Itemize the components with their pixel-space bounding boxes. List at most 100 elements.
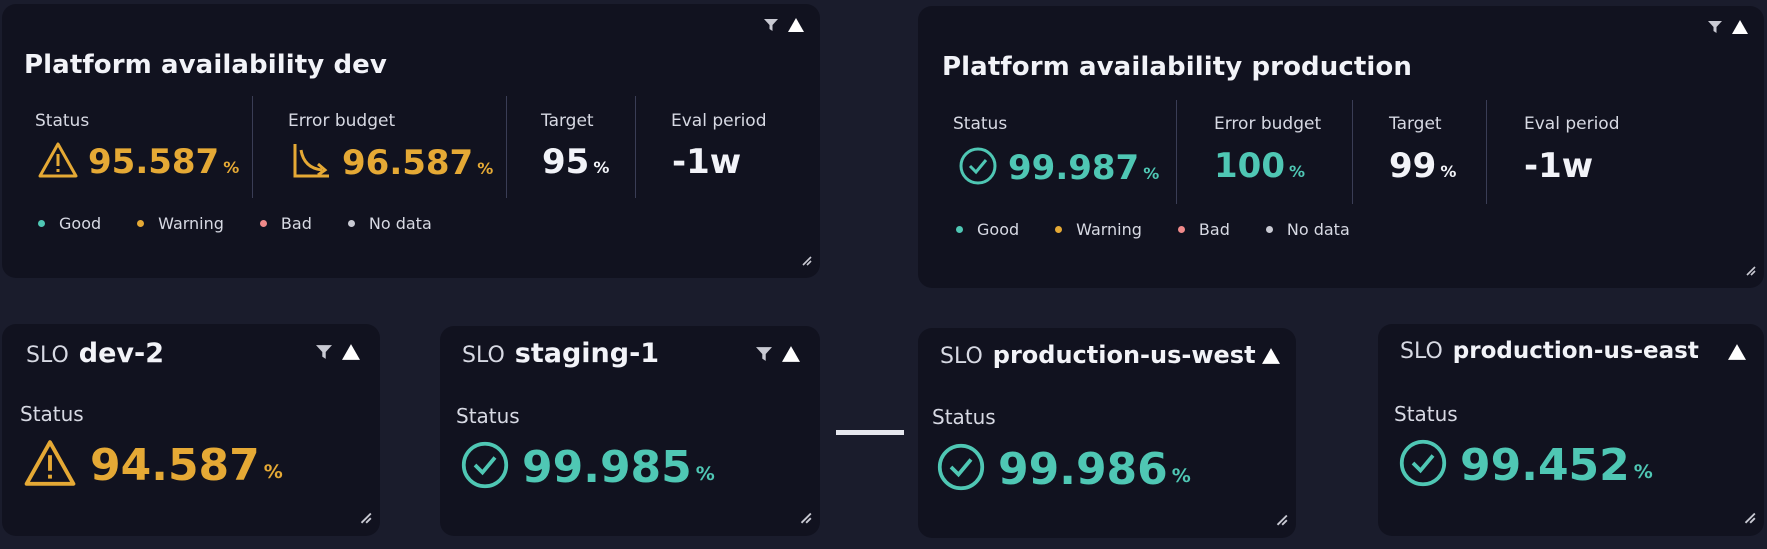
status-value: 99.987 %	[958, 146, 1159, 190]
legend-dot	[259, 220, 267, 227]
legend-label: No data	[1286, 220, 1350, 239]
slo-tile-production-us-east: SLO production-us-east Status 99.452 %	[1378, 324, 1764, 536]
collapse-icon[interactable]	[1728, 344, 1746, 360]
check-circle-icon	[958, 146, 998, 190]
divider-line	[836, 430, 904, 435]
tile-controls	[764, 18, 804, 32]
status-number: 99.452	[1460, 439, 1630, 491]
slo-tile-dev-2: SLO dev-2 Status 94.587 %	[2, 324, 380, 536]
tile-title: Platform availability dev	[24, 50, 387, 80]
eval-period-value: -1w	[672, 142, 741, 182]
filter-icon[interactable]	[764, 19, 778, 31]
legend-dot	[956, 226, 963, 233]
error-budget-number: 100	[1214, 146, 1285, 186]
status-unit: %	[1143, 163, 1160, 183]
target-value: 95 %	[542, 142, 609, 182]
collapse-icon[interactable]	[1262, 348, 1280, 364]
slo-header: SLO staging-1	[462, 338, 659, 369]
slo-tile-production-us-west: SLO production-us-west Status 99.986 %	[918, 328, 1296, 538]
legend-item-no-data: No data	[1265, 220, 1350, 239]
legend-item-good: Good	[956, 220, 1019, 239]
error-budget-unit: %	[477, 158, 494, 178]
status-unit: %	[263, 461, 283, 483]
legend: Good Warning Bad No data	[38, 214, 468, 233]
target-number: 99	[1389, 146, 1437, 186]
filter-icon[interactable]	[316, 345, 332, 359]
target-label: Target	[541, 111, 594, 131]
tile-controls	[1262, 348, 1280, 364]
collapse-icon[interactable]	[788, 18, 804, 32]
error-budget-label: Error budget	[1214, 114, 1322, 134]
legend-label: Warning	[1076, 220, 1142, 239]
status-value: 94.587 %	[24, 439, 283, 491]
target-unit: %	[1440, 161, 1457, 181]
status-unit: %	[1171, 465, 1191, 487]
slo-name: production-us-east	[1452, 338, 1699, 364]
separator	[1352, 100, 1353, 204]
filter-icon[interactable]	[1708, 21, 1722, 33]
resize-handle-icon[interactable]	[1274, 511, 1288, 530]
error-budget-unit: %	[1288, 161, 1306, 181]
tile-controls	[1708, 20, 1748, 34]
legend-label: No data	[368, 214, 432, 233]
slo-prefix: SLO	[462, 343, 505, 368]
slo-prefix: SLO	[940, 344, 983, 369]
legend-item-warning: Warning	[1055, 220, 1142, 239]
legend-label: Bad	[1198, 220, 1230, 239]
slo-name: dev-2	[78, 338, 164, 369]
legend-item-warning: Warning	[137, 214, 224, 233]
resize-handle-icon[interactable]	[1744, 261, 1756, 280]
separator	[1176, 100, 1177, 204]
status-value: 99.985 %	[460, 440, 715, 494]
status-unit: %	[223, 157, 240, 177]
tile-controls	[316, 344, 360, 360]
slo-name: production-us-west	[992, 341, 1256, 369]
tile-platform-availability-production: Platform availability production Status …	[918, 6, 1764, 288]
legend-label: Good	[59, 214, 102, 233]
check-circle-icon	[1398, 438, 1448, 492]
status-unit: %	[695, 463, 715, 485]
resize-handle-icon[interactable]	[358, 509, 372, 528]
resize-handle-icon[interactable]	[800, 251, 812, 270]
separator	[252, 96, 253, 198]
status-value: 99.452 %	[1398, 438, 1653, 492]
legend-dot	[1177, 226, 1185, 233]
status-label: Status	[953, 114, 1008, 134]
legend-dot	[38, 220, 45, 227]
check-circle-icon	[460, 440, 510, 494]
eval-period-number: -1w	[1524, 146, 1594, 186]
resize-handle-icon[interactable]	[798, 509, 812, 528]
target-label: Target	[1389, 114, 1442, 134]
slo-tile-staging-1: SLO staging-1 Status 99.985 %	[440, 326, 820, 536]
status-label: Status	[35, 111, 90, 131]
eval-period-label: Eval period	[671, 111, 767, 131]
status-value: 95.587 %	[38, 142, 239, 182]
legend-dot	[1265, 226, 1273, 233]
collapse-icon[interactable]	[1732, 20, 1748, 34]
legend-dot	[137, 220, 145, 227]
warning-icon	[24, 439, 76, 491]
filter-icon[interactable]	[756, 347, 772, 361]
status-number: 99.987	[1008, 148, 1140, 188]
slo-header: SLO production-us-east	[1400, 338, 1699, 364]
error-budget-label: Error budget	[288, 111, 396, 131]
slo-header: SLO production-us-west	[940, 341, 1256, 369]
legend-label: Warning	[158, 214, 224, 233]
eval-period-label: Eval period	[1524, 114, 1620, 134]
status-number: 99.986	[998, 443, 1168, 495]
status-number: 99.985	[522, 441, 692, 493]
legend-label: Good	[977, 220, 1020, 239]
legend-dot	[347, 220, 355, 227]
status-label: Status	[456, 404, 520, 428]
legend: Good Warning Bad No data	[956, 220, 1386, 239]
target-value: 99 %	[1389, 146, 1456, 186]
collapse-icon[interactable]	[342, 344, 360, 360]
eval-period-value: -1w	[1524, 146, 1593, 186]
legend-item-bad: Bad	[1177, 220, 1230, 239]
collapse-icon[interactable]	[782, 346, 800, 362]
status-unit: %	[1633, 461, 1653, 483]
resize-handle-icon[interactable]	[1742, 509, 1756, 528]
legend-label: Bad	[280, 214, 312, 233]
slo-prefix: SLO	[26, 343, 69, 368]
status-label: Status	[932, 405, 996, 429]
